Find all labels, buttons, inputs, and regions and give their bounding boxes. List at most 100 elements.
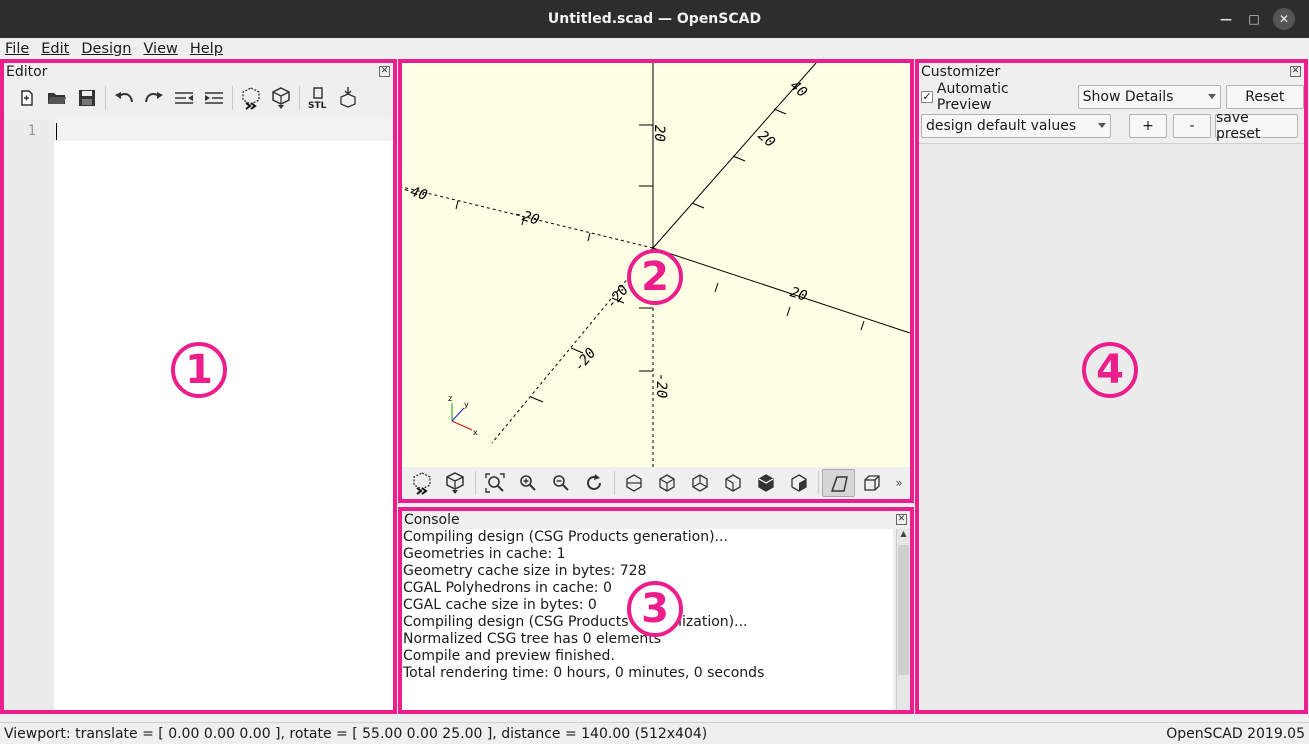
automatic-preview-label: Automatic Preview <box>936 81 1009 113</box>
line-number-gutter: 1 <box>4 119 54 710</box>
axis-gizmo: z x y <box>448 394 478 437</box>
toolbar-separator <box>299 86 300 110</box>
axis-label: -20 <box>653 373 669 398</box>
indent-icon[interactable] <box>199 84 229 112</box>
view-right-icon[interactable] <box>618 469 651 497</box>
scroll-thumb[interactable] <box>898 545 909 675</box>
annotation-marker-1: 1 <box>171 342 227 398</box>
close-window-icon[interactable]: ✕ <box>1273 8 1295 30</box>
axis-label: -20 <box>512 206 541 229</box>
orthogonal-icon[interactable] <box>855 469 888 497</box>
menu-view[interactable]: View <box>143 41 177 57</box>
toolbar-separator <box>232 86 233 110</box>
annotation-marker-4: 4 <box>1082 342 1138 398</box>
console-line: Geometries in cache: 1 <box>403 546 566 562</box>
toolbar-separator <box>474 471 476 495</box>
unindent-icon[interactable] <box>169 84 199 112</box>
customizer-parameters <box>919 143 1304 710</box>
code-area[interactable] <box>54 119 393 710</box>
axis-label: 20 <box>788 284 809 304</box>
status-bar: Viewport: translate = [ 0.00 0.00 0.00 ]… <box>0 722 1309 744</box>
undo-icon[interactable] <box>109 84 139 112</box>
console-line: Compile and preview finished. <box>403 648 615 664</box>
axis-label: 20 <box>651 125 667 142</box>
preset-dropdown[interactable]: design default values <box>921 114 1111 138</box>
tick-mark <box>732 155 746 162</box>
tick-mark <box>530 396 544 403</box>
text-cursor <box>56 123 57 140</box>
view-back-icon[interactable] <box>782 469 815 497</box>
viewport-toolbar: » <box>402 467 910 499</box>
view-all-icon[interactable] <box>479 469 512 497</box>
editor-title: Editor ✕ <box>6 64 390 80</box>
save-icon[interactable] <box>72 84 102 112</box>
menu-help[interactable]: Help <box>190 41 223 57</box>
view-front-icon[interactable] <box>749 469 782 497</box>
send-to-print-icon[interactable] <box>333 84 363 112</box>
annotation-marker-2: 2 <box>627 249 683 305</box>
render-icon[interactable] <box>266 84 296 112</box>
code-editor[interactable]: 1 <box>4 119 393 710</box>
console-scrollbar[interactable]: ▲ <box>896 529 910 710</box>
title-bar: Untitled.scad — OpenSCAD — □ ✕ <box>0 0 1309 38</box>
open-file-icon[interactable] <box>42 84 72 112</box>
reset-view-icon[interactable] <box>578 469 611 497</box>
viewport-status: Viewport: translate = [ 0.00 0.00 0.00 ]… <box>4 725 708 742</box>
tick-mark <box>860 320 865 331</box>
more-icon[interactable]: » <box>888 469 910 497</box>
svg-text:y: y <box>464 400 469 409</box>
line-number: 1 <box>27 123 36 139</box>
redo-icon[interactable] <box>139 84 169 112</box>
close-console-icon[interactable]: ✕ <box>896 514 907 525</box>
automatic-preview-checkbox[interactable]: ✓ <box>921 91 933 103</box>
scroll-up-icon[interactable]: ▲ <box>897 529 910 543</box>
preview-icon[interactable] <box>236 84 266 112</box>
tick-mark <box>587 232 591 242</box>
export-stl-icon[interactable]: STL <box>303 84 333 112</box>
svg-text:x: x <box>473 428 478 437</box>
save-preset-button[interactable]: save preset <box>1215 110 1298 142</box>
toolbar-separator <box>818 471 820 495</box>
tick-mark <box>455 200 459 210</box>
axis-label: 20 <box>755 128 778 151</box>
reset-button[interactable]: Reset <box>1225 85 1304 109</box>
add-preset-button[interactable]: + <box>1129 114 1167 138</box>
svg-text:z: z <box>448 394 452 403</box>
preview-icon[interactable] <box>406 469 439 497</box>
menu-file[interactable]: File <box>5 41 29 57</box>
perspective-icon[interactable] <box>822 469 856 497</box>
tick-mark <box>786 306 791 317</box>
new-file-icon[interactable] <box>12 84 42 112</box>
menu-bar: File Edit Design View Help <box>0 38 1309 60</box>
zoom-in-icon[interactable] <box>512 469 545 497</box>
details-dropdown[interactable]: Show Details <box>1077 85 1221 109</box>
close-customizer-icon[interactable]: ✕ <box>1290 66 1301 77</box>
remove-preset-button[interactable]: - <box>1173 114 1211 138</box>
editor-toolbar: STL <box>4 81 393 115</box>
maximize-icon[interactable]: □ <box>1243 8 1265 30</box>
minimize-icon[interactable]: — <box>1215 8 1237 30</box>
window-title: Untitled.scad — OpenSCAD <box>547 11 762 27</box>
menu-design[interactable]: Design <box>81 41 131 57</box>
version-label: OpenSCAD 2019.05 <box>1166 725 1305 742</box>
close-editor-icon[interactable]: ✕ <box>379 66 390 77</box>
console-line: Geometry cache size in bytes: 728 <box>403 563 647 579</box>
annotation-marker-3: 3 <box>627 581 683 637</box>
tick-mark <box>714 282 719 293</box>
view-top-icon[interactable] <box>651 469 684 497</box>
axis-label: -40 <box>402 181 429 204</box>
customizer-title: Customizer ✕ <box>921 64 1301 80</box>
svg-text:STL: STL <box>308 101 327 110</box>
tick-mark <box>691 202 705 209</box>
x-axis-positive <box>652 247 910 334</box>
zoom-out-icon[interactable] <box>545 469 578 497</box>
current-line-highlight <box>54 119 393 141</box>
view-left-icon[interactable] <box>716 469 749 497</box>
console-line: Compiling design (CSG Products generatio… <box>403 529 728 545</box>
axis-label: -20 <box>603 282 632 312</box>
view-bottom-icon[interactable] <box>684 469 717 497</box>
menu-edit[interactable]: Edit <box>41 41 69 57</box>
axis-label: 40 <box>787 78 810 101</box>
render-icon[interactable] <box>439 469 472 497</box>
console-title: Console ✕ <box>404 512 907 528</box>
